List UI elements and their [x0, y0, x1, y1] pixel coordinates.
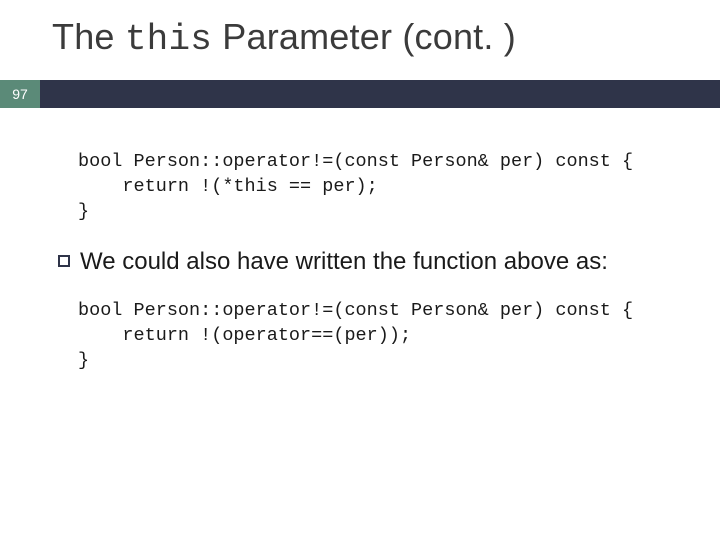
square-bullet-icon: [58, 255, 70, 267]
title-mono: this: [125, 19, 212, 60]
header-dark-bar: [40, 80, 720, 108]
bullet-text: We could also have written the function …: [80, 247, 608, 277]
title-post: Parameter (cont. ): [212, 16, 516, 57]
bullet-row: We could also have written the function …: [58, 247, 688, 277]
code-block-1: bool Person::operator!=(const Person& pe…: [78, 150, 688, 225]
slide-content: bool Person::operator!=(const Person& pe…: [78, 150, 688, 396]
header-bar: 97: [0, 80, 720, 108]
code-block-2: bool Person::operator!=(const Person& pe…: [78, 299, 688, 374]
slide-title: The this Parameter (cont. ): [52, 16, 516, 60]
page-number-badge: 97: [0, 80, 40, 108]
slide: The this Parameter (cont. ) 97 bool Pers…: [0, 0, 720, 540]
title-pre: The: [52, 16, 125, 57]
